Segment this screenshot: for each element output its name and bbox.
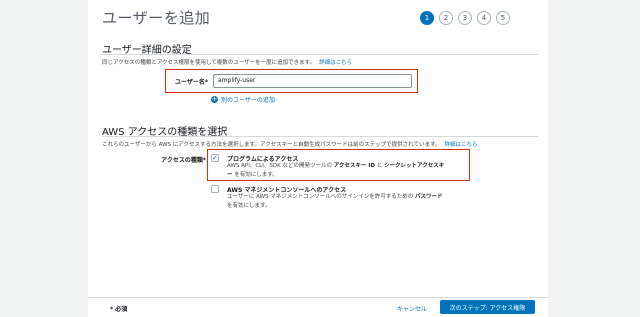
step-1[interactable]: 1 xyxy=(420,11,434,25)
text: ユーザーに AWS マネジメントコンソールへのサインインを許可するための xyxy=(227,194,414,200)
programmatic-access-checkbox[interactable]: ✓ xyxy=(211,154,219,162)
user-name-label: ユーザー名* xyxy=(174,79,208,86)
access-type-description: これらのユーザーから AWS にアクセスする方法を選択します。アクセスキーと自動… xyxy=(102,140,477,148)
access-type-label: アクセスの種類* xyxy=(161,157,206,164)
console-access-text: ユーザーに AWS マネジメントコンソールへのサインインを許可するための パスワ… xyxy=(227,193,443,211)
description-text: これらのユーザーから AWS にアクセスする方法を選択します。アクセスキーと自動… xyxy=(102,142,441,148)
step-4[interactable]: 4 xyxy=(477,11,491,25)
page-title: ユーザーを追加 xyxy=(102,9,211,27)
text-bold: ー xyxy=(227,172,233,178)
step-indicator: 1 2 3 4 5 xyxy=(420,11,510,25)
more-info-link[interactable]: 詳細はこちら xyxy=(319,60,352,66)
step-3[interactable]: 3 xyxy=(458,11,472,25)
description-text: 同じアクセスの種類とアクセス権限を使用して複数のユーザーを一度に追加できます。 xyxy=(102,60,316,66)
next-permissions-button[interactable]: 次のステップ: アクセス権限 xyxy=(440,300,535,314)
divider xyxy=(102,54,538,55)
console-access-checkbox[interactable] xyxy=(211,185,219,193)
required-note: * 必須 xyxy=(110,306,128,313)
cancel-button[interactable]: キャンセル xyxy=(397,304,427,313)
step-5[interactable]: 5 xyxy=(496,11,510,25)
text-bold: シークレットアクセスキ xyxy=(383,163,445,169)
user-details-description: 同じアクセスの種類とアクセス権限を使用して複数のユーザーを一度に追加できます。詳… xyxy=(102,58,352,66)
text: と xyxy=(376,163,383,169)
text: AWS API、CLI、SDK などの開発ツールの xyxy=(227,163,332,169)
text-bold: アクセスキー ID xyxy=(333,163,375,169)
programmatic-access-text: AWS API、CLI、SDK などの開発ツールの アクセスキー ID と シー… xyxy=(227,162,444,180)
divider xyxy=(102,136,538,137)
text: を有効にします。 xyxy=(227,203,271,209)
text: を有効にします。 xyxy=(234,172,278,178)
add-another-user-link[interactable]: + 別のユーザーの追加 xyxy=(211,95,275,104)
more-info-link[interactable]: 詳細はこちら xyxy=(444,142,477,148)
plus-icon: + xyxy=(211,95,218,103)
user-name-input[interactable]: amplify-user xyxy=(213,74,412,88)
add-another-user-label: 別のユーザーの追加 xyxy=(221,97,275,104)
text-bold: パスワード xyxy=(415,194,443,200)
step-2[interactable]: 2 xyxy=(439,11,453,25)
